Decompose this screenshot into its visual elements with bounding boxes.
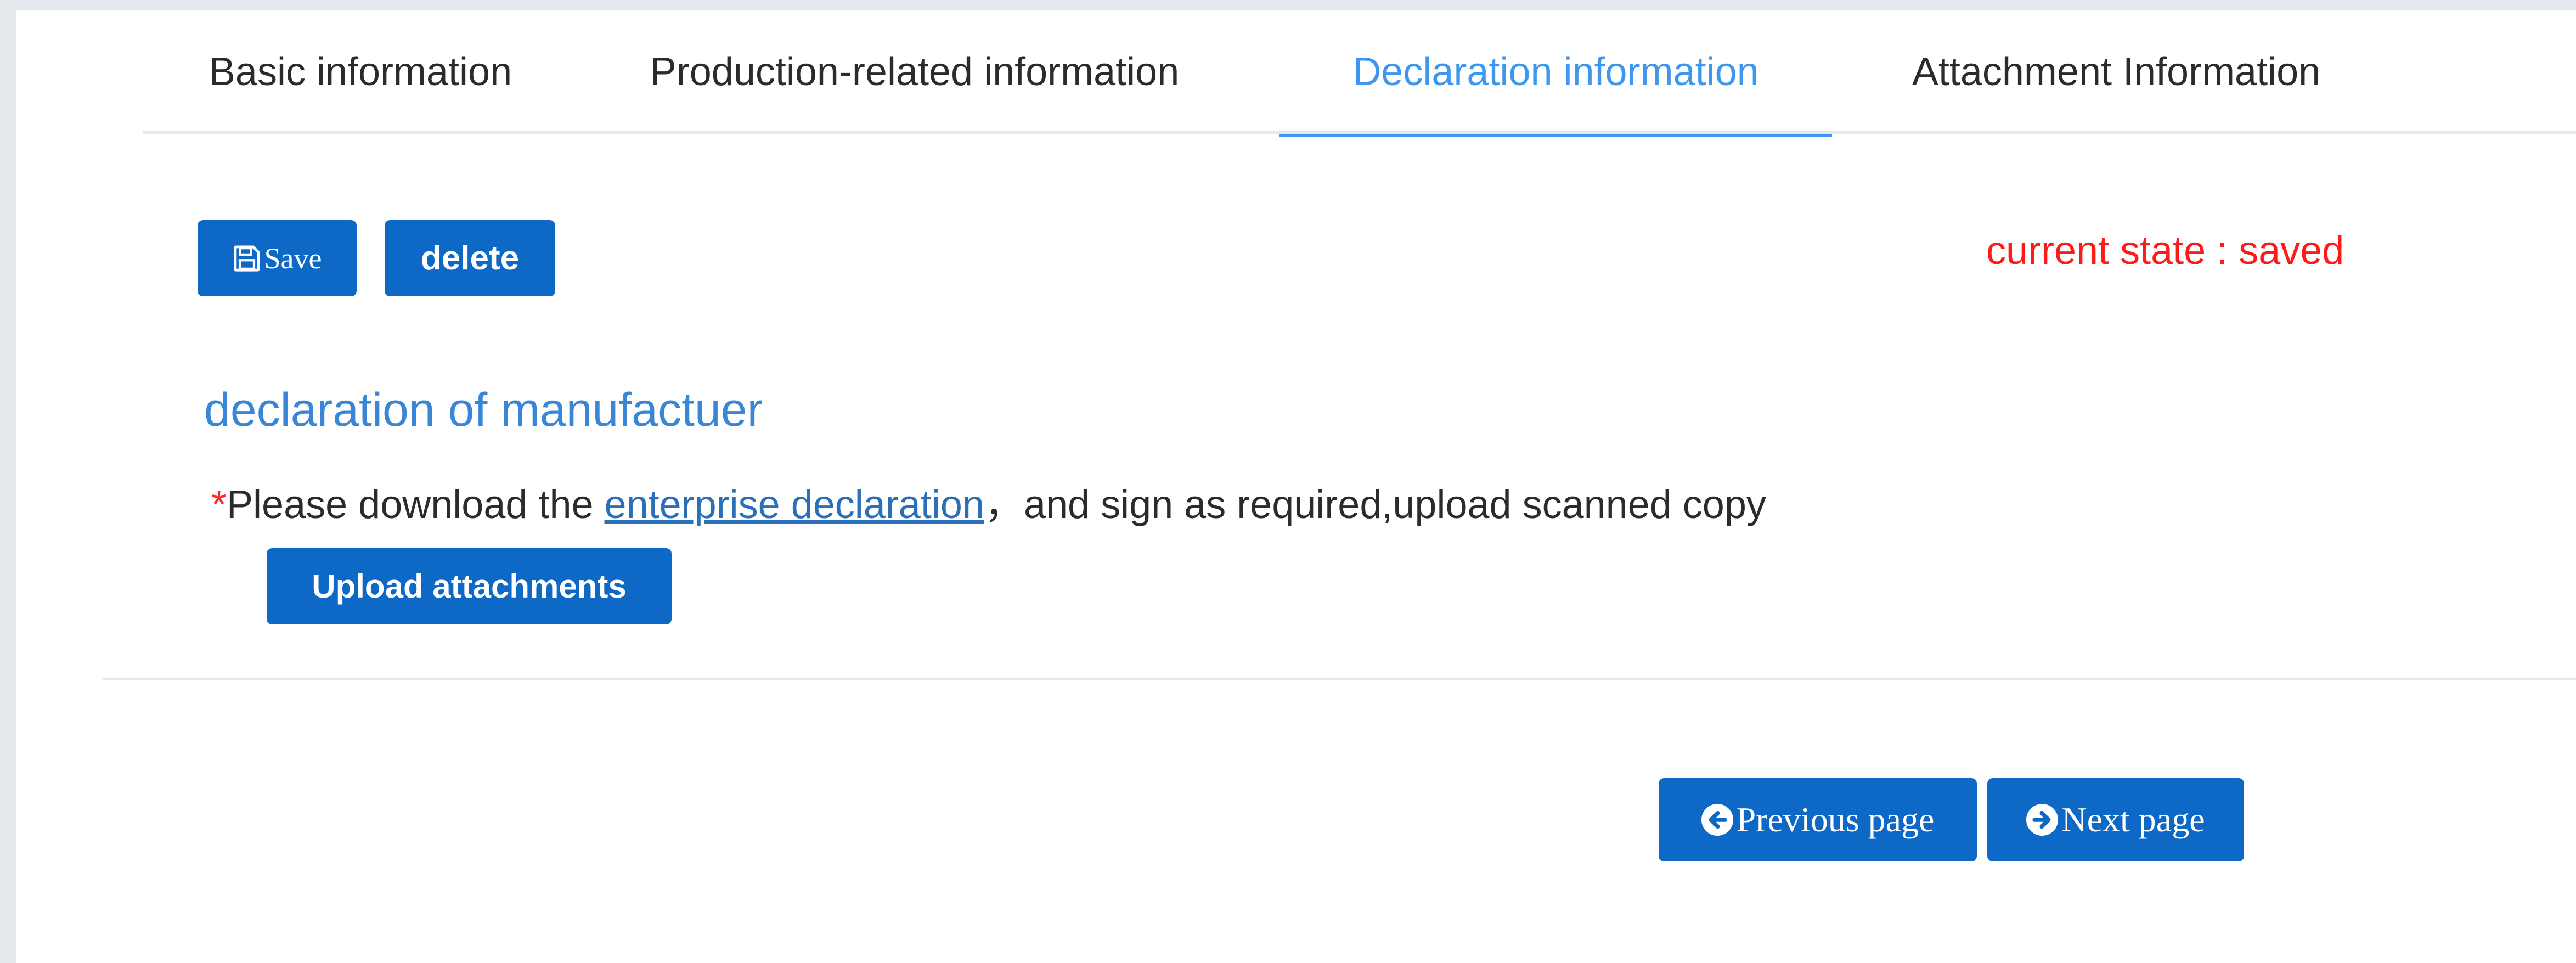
floppy-disk-icon — [233, 244, 261, 273]
declaration-panel: Basic information Production-related inf… — [16, 10, 2576, 963]
required-mark: * — [211, 483, 227, 527]
divider — [103, 678, 2576, 680]
tab-declaration-information[interactable]: Declaration information — [1279, 10, 1832, 137]
section-title: declaration of manufactuer — [204, 384, 763, 436]
tab-bar: Basic information Production-related inf… — [143, 10, 2576, 137]
previous-page-button[interactable]: Previous page — [1659, 778, 1977, 861]
tab-attachment-information[interactable]: Attachment Information — [1889, 10, 2344, 134]
declaration-instruction: *Please download the enterprise declarat… — [211, 472, 1766, 530]
circle-arrow-right-icon — [2026, 804, 2059, 836]
next-page-label: Next page — [2061, 800, 2205, 839]
delete-button[interactable]: delete — [385, 220, 555, 296]
next-page-button[interactable]: Next page — [1987, 778, 2244, 861]
instruction-text-before: Please download the — [227, 483, 605, 527]
tab-basic-information[interactable]: Basic information — [193, 10, 528, 134]
circle-arrow-left-icon — [1701, 804, 1733, 836]
instruction-text-after: ，and sign as required,upload scanned cop… — [984, 483, 1766, 527]
tab-production-related-information[interactable]: Production-related information — [616, 10, 1214, 134]
enterprise-declaration-link[interactable]: enterprise declaration — [605, 483, 984, 527]
current-state-text: current state : saved — [1986, 229, 2344, 273]
upload-attachments-button[interactable]: Upload attachments — [267, 548, 672, 624]
save-button[interactable]: Save — [198, 220, 357, 296]
save-button-label: Save — [264, 241, 322, 275]
previous-page-label: Previous page — [1736, 800, 1935, 839]
